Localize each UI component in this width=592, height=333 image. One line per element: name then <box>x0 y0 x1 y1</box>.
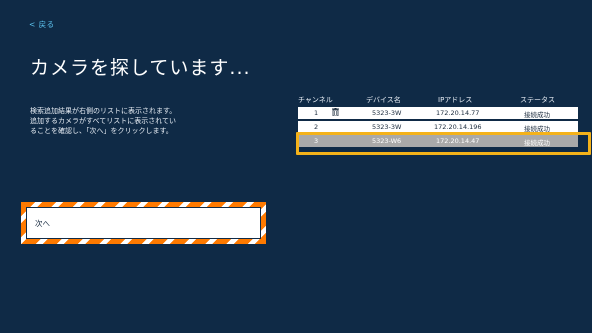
column-header-status: ステータス <box>520 96 555 104</box>
column-header-channel: チャンネル <box>298 96 333 104</box>
table-row[interactable]: 1 5323-3W 172.20.14.77 接続成功 <box>298 107 578 119</box>
back-link[interactable]: < 戻る <box>29 19 55 30</box>
screen: < 戻る カメラを探しています... 検索追加結果が右側のリストに表示されます。… <box>0 0 592 333</box>
device-name-cell: 5323-3W <box>372 109 402 117</box>
instructions-text: 検索追加結果が右側のリストに表示されます。 追加するカメラがすべてリストに表示さ… <box>30 106 240 136</box>
device-name-cell: 5323-3W <box>372 123 402 131</box>
table-header: チャンネル デバイス名 IPアドレス ステータス <box>298 93 592 107</box>
trash-icon[interactable] <box>332 108 339 117</box>
instructions-line: 追加するカメラがすべてリストに表示されてい <box>30 117 177 125</box>
column-header-ip: IPアドレス <box>438 96 473 104</box>
next-button[interactable]: 次へ <box>26 207 261 239</box>
next-button-label: 次へ <box>35 218 50 228</box>
column-header-device: デバイス名 <box>366 96 401 104</box>
selected-row-highlight <box>296 132 591 155</box>
channel-cell: 1 <box>314 109 319 117</box>
instructions-line: ることを確認し、「次へ」をクリックします。 <box>30 127 173 135</box>
status-cell: 接続成功 <box>524 111 550 119</box>
ip-address-cell: 172.20.14.77 <box>436 109 480 117</box>
page-title: カメラを探しています... <box>30 57 251 79</box>
channel-cell: 2 <box>314 123 319 131</box>
ip-address-cell: 172.20.14.196 <box>434 123 482 131</box>
instructions-line: 検索追加結果が右側のリストに表示されます。 <box>30 107 177 115</box>
